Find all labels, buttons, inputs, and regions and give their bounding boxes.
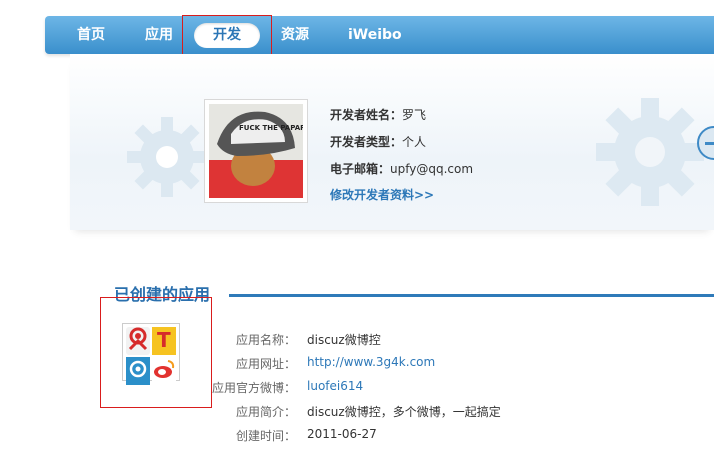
developer-type-label: 开发者类型： xyxy=(330,135,403,149)
app-url-label: 应用网址： xyxy=(235,357,296,371)
app-icon-tile-3 xyxy=(126,357,150,385)
gear-icon xyxy=(127,117,207,197)
svg-text:FUCK THE PAPARAZZI: FUCK THE PAPARAZZI xyxy=(239,124,303,132)
app-created-label: 创建时间： xyxy=(235,429,296,443)
developer-name-label: 开发者姓名： xyxy=(330,108,403,122)
app-icon[interactable]: T xyxy=(122,323,180,385)
developer-name-value: 罗飞 xyxy=(402,108,427,122)
edit-developer-profile-link[interactable]: 修改开发者资料>> xyxy=(330,186,434,203)
developer-email-value: upfy@qq.com xyxy=(390,162,474,176)
nav-item-resources[interactable]: 资源 xyxy=(281,16,309,54)
app-icon-tile-2: T xyxy=(152,327,176,355)
gear-icon xyxy=(596,98,704,206)
app-weibo-label: 应用官方微博： xyxy=(211,381,296,395)
nav-item-home[interactable]: 首页 xyxy=(77,16,105,54)
avatar-illustration: FUCK THE PAPARAZZI xyxy=(209,104,324,198)
developer-avatar: FUCK THE PAPARAZZI xyxy=(204,99,324,203)
avatar-photo: FUCK THE PAPARAZZI xyxy=(209,104,324,198)
nav-item-iweibo[interactable]: iWeibo xyxy=(348,16,402,54)
developer-email-row: 电子邮箱：upfy@qq.com xyxy=(330,160,473,177)
developer-email-label: 电子邮箱： xyxy=(330,162,391,176)
section-divider xyxy=(229,294,714,297)
app-description-value: discuz微博控，多个微博，一起搞定 xyxy=(307,405,501,419)
app-icon-tile-1 xyxy=(126,327,150,355)
nav-item-develop[interactable]: 开发 xyxy=(194,23,260,48)
developer-type-value: 个人 xyxy=(402,135,427,149)
app-icon-tile-4 xyxy=(152,357,176,385)
nav-item-apps[interactable]: 应用 xyxy=(145,16,173,54)
app-url-link[interactable]: http://www.3g4k.com xyxy=(307,355,435,369)
developer-type-row: 开发者类型：个人 xyxy=(330,133,426,150)
svg-text:T: T xyxy=(157,328,171,351)
app-name-label: 应用名称： xyxy=(235,333,296,347)
top-nav: 首页 应用 开发 资源 iWeibo xyxy=(45,16,714,54)
app-created-value: 2011-06-27 xyxy=(307,427,377,441)
developer-name-row: 开发者姓名：罗飞 xyxy=(330,106,426,123)
app-weibo-link[interactable]: luofei614 xyxy=(307,379,363,393)
app-name-value: discuz微博控 xyxy=(307,333,381,347)
section-title: 已创建的应用 xyxy=(114,285,211,304)
app-description-label: 应用简介： xyxy=(235,405,296,419)
